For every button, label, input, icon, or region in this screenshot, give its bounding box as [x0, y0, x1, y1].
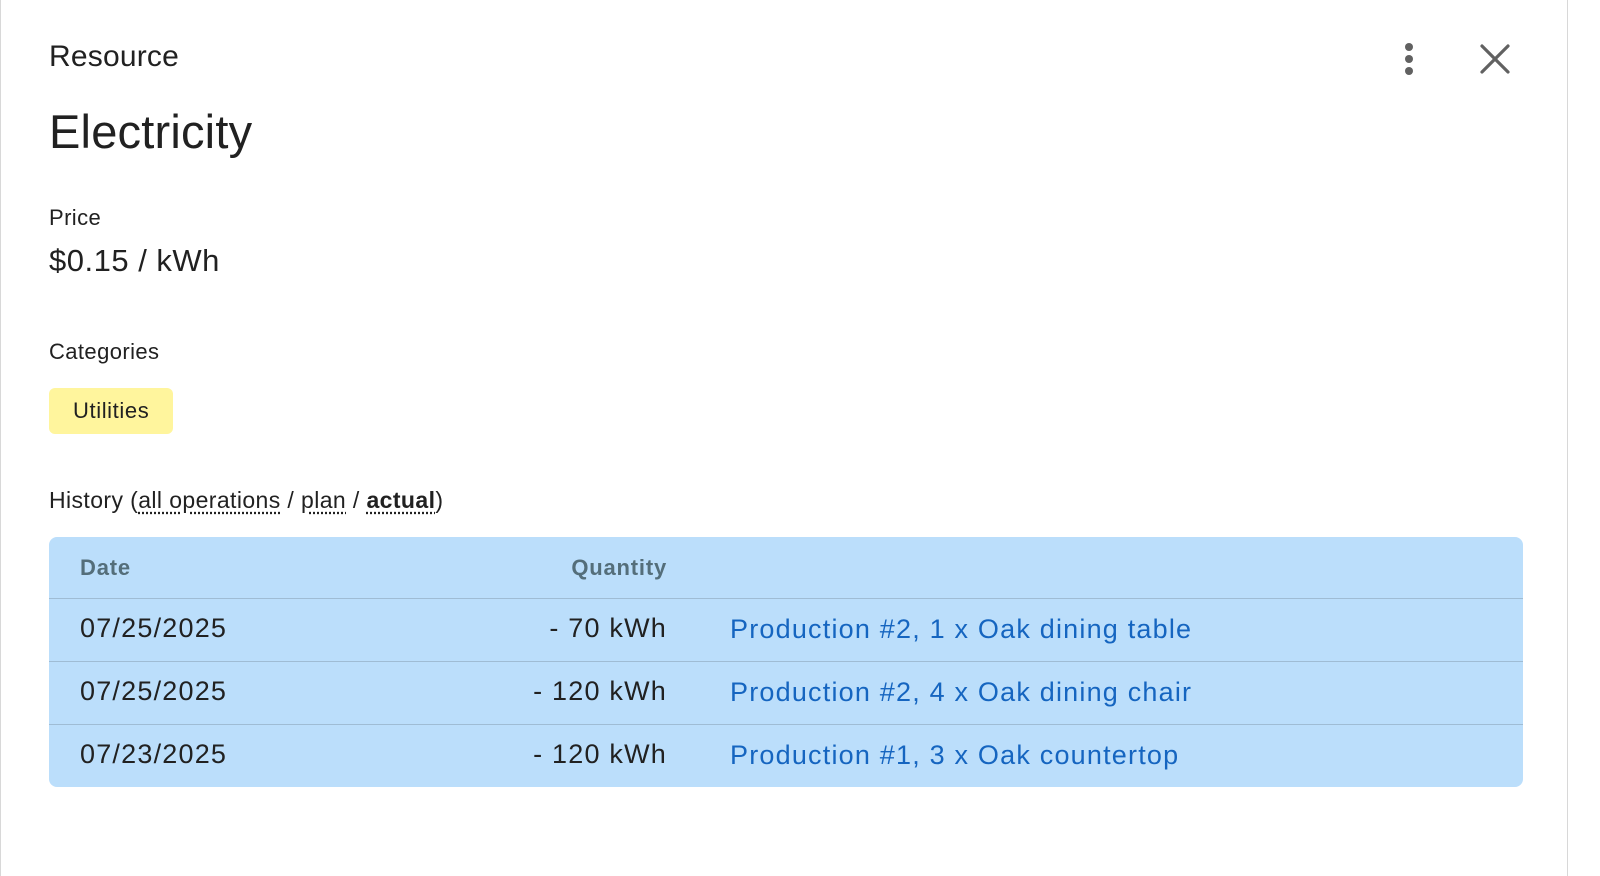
categories-label: Categories [49, 339, 160, 364]
table-row: 07/25/2025 - 70 kWh Production #2, 1 x O… [49, 599, 1523, 662]
price-value: $0.15 / kWh [49, 243, 220, 278]
category-chip-utilities[interactable]: Utilities [49, 388, 174, 434]
row-date: 07/23/2025 [80, 739, 228, 769]
history-close-paren: ) [435, 487, 444, 513]
row-operation-link[interactable]: Production #2, 4 x Oak dining chair [730, 677, 1192, 708]
row-operation-link[interactable]: Production #1, 3 x Oak countertop [730, 740, 1179, 771]
more-options-button[interactable] [1385, 35, 1433, 83]
column-header-date: Date [80, 555, 131, 580]
row-quantity: - 120 kWh [533, 676, 667, 706]
table-row: 07/25/2025 - 120 kWh Production #2, 4 x … [49, 662, 1523, 725]
filter-separator: / [280, 487, 302, 513]
filter-plan[interactable]: plan [301, 487, 346, 513]
price-label: Price [49, 205, 102, 230]
dialog-header-label: Resource [49, 40, 179, 73]
history-table: Date Quantity 07/25/2025 - 70 kWh Produc… [49, 537, 1523, 787]
resource-dialog: Resource Electricity Price $0.15 / kWh C… [0, 0, 1568, 876]
row-quantity: - 120 kWh [533, 739, 667, 769]
close-icon [1480, 44, 1510, 74]
row-date: 07/25/2025 [80, 676, 228, 706]
filter-separator: / [346, 487, 367, 513]
row-date: 07/25/2025 [80, 613, 228, 643]
filter-all-operations[interactable]: all operations [138, 487, 280, 513]
more-vertical-icon [1405, 43, 1413, 75]
table-row: 07/23/2025 - 120 kWh Production #1, 3 x … [49, 725, 1523, 787]
history-label: History ( [49, 487, 139, 513]
row-quantity: - 70 kWh [549, 613, 667, 643]
close-button[interactable] [1471, 35, 1519, 83]
table-header: Date Quantity [49, 537, 1523, 599]
page-title: Electricity [49, 105, 253, 158]
column-header-quantity: Quantity [571, 555, 667, 580]
row-operation-link[interactable]: Production #2, 1 x Oak dining table [730, 614, 1192, 645]
history-header: History (all operations / plan / actual) [49, 487, 443, 514]
filter-actual[interactable]: actual [366, 487, 435, 513]
